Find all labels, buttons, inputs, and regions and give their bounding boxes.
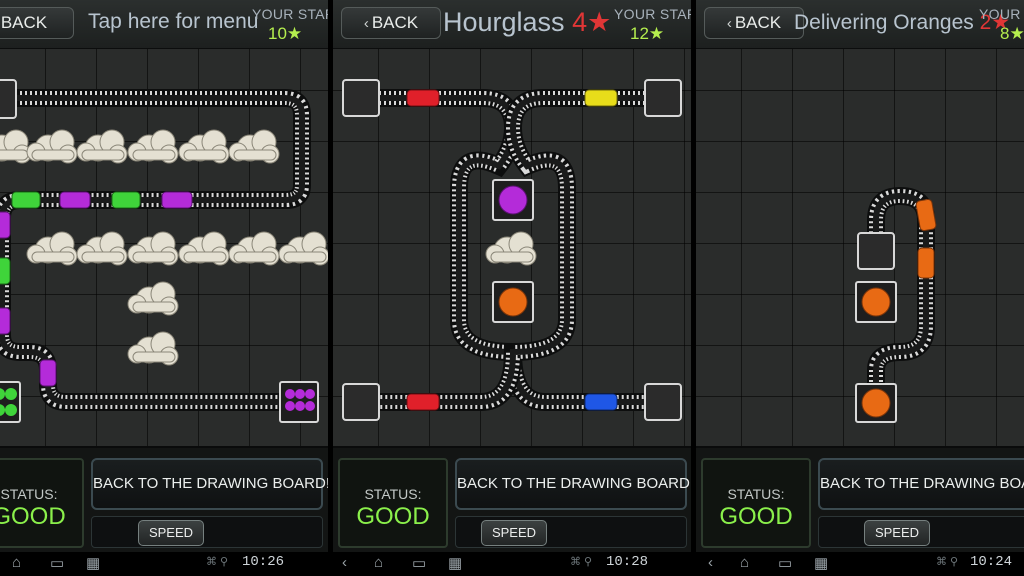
star-icon: ★ <box>286 24 303 43</box>
level-panel-1: BACK Tap here for menu YOUR STARS 10★ ST… <box>0 0 328 552</box>
stars-count: 10★ <box>268 24 303 43</box>
level-panel-2: ‹BACK Hourglass 4★ YOUR STARS 12★ STATUS… <box>333 0 691 552</box>
star-icon: ★ <box>648 24 665 43</box>
game-board-2[interactable] <box>333 0 691 446</box>
clock-2: 10:28 <box>606 554 649 570</box>
home-icon[interactable]: ⌂ <box>740 554 749 571</box>
speed-strip: SPEED <box>91 516 323 548</box>
status-label: STATUS: <box>364 486 422 502</box>
level-title: Delivering Oranges 2★ <box>794 11 1011 34</box>
status-label: STATUS: <box>727 486 785 502</box>
stars-label: YOUR STARS <box>614 6 691 22</box>
status-box: STATUS: GOOD <box>0 458 84 548</box>
system-bar: ⌂ ▭ ▦ ⌘ ⚲ 10:26 ‹ ⌂ ▭ ▦ ⌘ ⚲ 10:28 ‹ ⌂ ▭ … <box>0 552 1024 576</box>
station-tile <box>342 383 380 421</box>
status-box: STATUS: GOOD <box>338 458 448 548</box>
recent-apps-icon[interactable]: ▭ <box>412 554 426 572</box>
speed-strip: SPEED <box>455 516 687 548</box>
menu-title[interactable]: Tap here for menu <box>88 10 258 34</box>
screenshot-icon[interactable]: ▦ <box>86 554 100 572</box>
top-bar: ‹BACK Hourglass 4★ YOUR STARS 12★ <box>333 0 691 49</box>
control-panel: STATUS: GOOD BACK TO THE DRAWING BOARD! … <box>696 446 1024 552</box>
recent-apps-icon[interactable]: ▭ <box>50 554 64 572</box>
station-tile <box>342 79 380 117</box>
back-label: BACK <box>371 13 419 32</box>
back-label: BACK <box>0 13 48 32</box>
chevron-left-icon: ‹ <box>726 15 732 32</box>
storm-clouds <box>0 129 328 366</box>
status-box: STATUS: GOOD <box>701 458 811 548</box>
usb-icon: ⌘ ⚲ <box>936 556 959 568</box>
drawing-board-button[interactable]: BACK TO THE DRAWING BOARD! <box>818 458 1024 510</box>
screenshot: BACK Tap here for menu YOUR STARS 10★ ST… <box>0 0 1024 576</box>
storm-clouds <box>485 231 537 266</box>
level-panel-3: ‹BACK Delivering Oranges 2★ YOUR STARS 8… <box>696 0 1024 552</box>
drawing-board-button[interactable]: BACK TO THE DRAWING BOARD! <box>91 458 328 510</box>
level-number: 4 <box>572 7 588 37</box>
stars-label: YOUR STARS <box>252 6 328 22</box>
control-panel: STATUS: GOOD BACK TO THE DRAWING BOARD! … <box>0 446 328 552</box>
station-tile <box>0 79 17 119</box>
chevron-left-icon: ‹ <box>363 15 369 32</box>
clock-3: 10:24 <box>970 554 1013 570</box>
top-bar: BACK Tap here for menu YOUR STARS 10★ <box>0 0 328 49</box>
home-icon[interactable]: ⌂ <box>12 554 21 571</box>
game-board-3[interactable] <box>696 0 1024 446</box>
game-board-1[interactable] <box>0 0 328 446</box>
stars-count: 12★ <box>630 24 665 43</box>
station-tile <box>644 79 682 117</box>
back-nav-icon[interactable]: ‹ <box>342 554 347 571</box>
station-tile <box>0 381 21 423</box>
speed-button[interactable]: SPEED <box>864 520 930 546</box>
back-button[interactable]: ‹ BACK <box>341 7 441 39</box>
status-label: STATUS: <box>0 486 58 502</box>
status-value: GOOD <box>356 503 430 530</box>
speed-button[interactable]: SPEED <box>138 520 204 546</box>
control-panel: STATUS: GOOD BACK TO THE DRAWING BOARD! … <box>333 446 691 552</box>
recent-apps-icon[interactable]: ▭ <box>778 554 792 572</box>
back-button[interactable]: ‹ BACK <box>704 7 804 39</box>
clock-1: 10:26 <box>242 554 285 570</box>
star-icon: ★ <box>587 7 612 37</box>
station-tile <box>644 383 682 421</box>
top-bar: ‹BACK Delivering Oranges 2★ YOUR STARS 8… <box>696 0 1024 49</box>
stars-label: YOUR STARS <box>979 6 1024 22</box>
station-tile <box>857 232 895 270</box>
home-icon[interactable]: ⌂ <box>374 554 383 571</box>
screenshot-icon[interactable]: ▦ <box>448 554 462 572</box>
back-button[interactable]: BACK <box>0 7 74 39</box>
usb-icon: ⌘ ⚲ <box>206 556 229 568</box>
back-label: BACK <box>734 13 782 32</box>
speed-button[interactable]: SPEED <box>481 520 547 546</box>
stars-count: 8★ <box>1000 24 1024 43</box>
screenshot-icon[interactable]: ▦ <box>814 554 828 572</box>
status-value: GOOD <box>0 503 66 530</box>
back-nav-icon[interactable]: ‹ <box>708 554 713 571</box>
usb-icon: ⌘ ⚲ <box>570 556 593 568</box>
level-title: Hourglass 4★ <box>443 7 612 37</box>
speed-strip: SPEED <box>818 516 1024 548</box>
status-value: GOOD <box>719 503 793 530</box>
drawing-board-button[interactable]: BACK TO THE DRAWING BOARD! <box>455 458 691 510</box>
star-icon: ★ <box>1009 24 1024 43</box>
